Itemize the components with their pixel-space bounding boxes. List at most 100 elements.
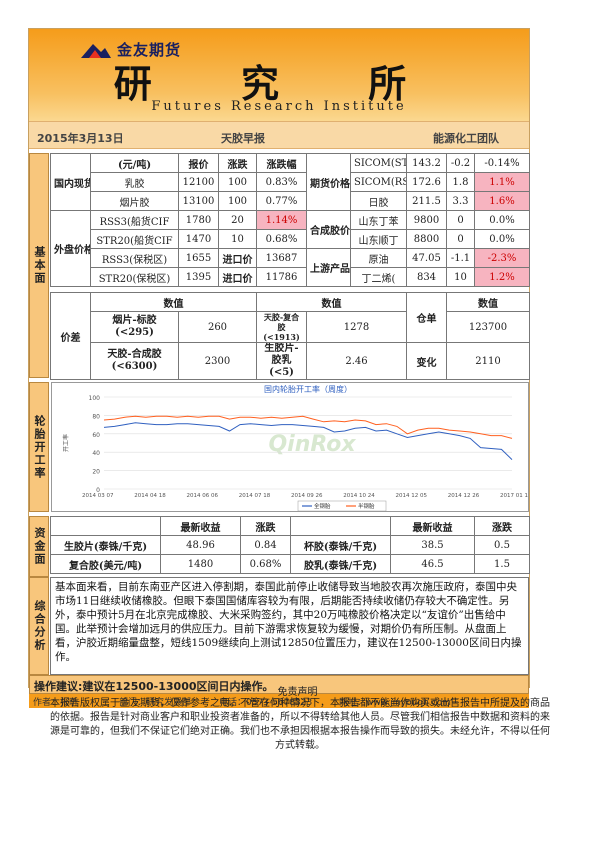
funds-name: 杯胶(泰铢/千克) <box>290 535 391 555</box>
upstream-change: 10 <box>446 267 475 287</box>
header-banner: 金友期货 研 究 所 Futures Research Institute <box>29 29 529 121</box>
x-tick-label: 2014 06 06 <box>187 493 219 499</box>
warehouse-value: 123700 <box>446 311 530 343</box>
warehouse-value-header: 数值 <box>446 292 530 312</box>
table-row: 复合胶(美元/吨) 1480 0.68% 胶乳(泰铢/千克) 46.5 1.5 <box>50 554 530 574</box>
funds-change: 0.84 <box>240 535 291 555</box>
y-tick-label: 80 <box>92 413 100 420</box>
futures-label: 期货价格 <box>306 153 351 211</box>
synthetic-name: 山东顺丁 <box>350 229 407 249</box>
spread-value: 2.46 <box>306 342 407 380</box>
section-basic: 基本面 <box>29 153 49 378</box>
spot-change: 100 <box>218 172 257 192</box>
spread-name: 天胶-合成胶(<6300) <box>90 342 179 380</box>
table-row: 外盘价格 RSS3(船货CIF 1780 20 1.14% 合成胶价格 山东丁苯… <box>50 210 530 287</box>
y-tick-label: 60 <box>92 432 100 439</box>
synthetic-price: 8800 <box>406 229 447 249</box>
spread-value: 2300 <box>178 342 257 380</box>
upstream-label: 上游产品价格 <box>306 248 351 287</box>
foreign-change: 20 <box>218 210 257 230</box>
disclaimer-text: 本报告版权属于金友期货，仅作参考之用。不管在何种情况下，本报告都不能当作购买或出… <box>50 698 550 751</box>
futures-name: 日胶 <box>350 191 407 211</box>
x-tick-label: 2014 03 07 <box>82 493 114 499</box>
funds-header: 涨跌 <box>474 516 530 536</box>
futures-pct: -0.14% <box>474 153 530 173</box>
bonded-price: 1655 <box>178 248 219 268</box>
tire-chart: 国内轮胎开工率（周度） QinRox 100 80 60 40 20 0 开工率 2014 03 … <box>51 382 532 512</box>
import-price: 13687 <box>256 248 307 268</box>
table-row: RSS3(保税区) 1655 进口价 13687 上游产品价格 原油 47.05… <box>51 248 530 287</box>
synthetic-price: 9800 <box>406 210 447 230</box>
warehouse-change: 2110 <box>446 342 530 380</box>
section-tire: 轮胎开工率 <box>29 382 49 512</box>
import-label: 进口价 <box>218 267 257 287</box>
legend-label: 半钢胎 <box>358 502 375 510</box>
table-row: 烟片-标胶(<295) 260 天胶-复合胶(<1913) 1278 12370… <box>51 311 530 343</box>
disclaimer-title: 免责声明 <box>277 687 318 698</box>
foreign-name: STR20(船货CIF <box>90 229 179 249</box>
table-row: 乳胶 12100 100 0.83% SICOM(RSS 172.6 1.8 1… <box>51 172 530 192</box>
funds-name: 复合胶(美元/吨) <box>50 554 161 574</box>
synthetic-name: 山东丁苯 <box>350 210 407 230</box>
futures-pct: 1.6% <box>474 191 530 211</box>
spot-pct: 0.77% <box>256 191 307 211</box>
futures-name: SICOM(RSS <box>350 172 407 192</box>
upstream-change: -1.1 <box>446 248 475 268</box>
futures-price: 211.5 <box>406 191 447 211</box>
funds-change: 1.5 <box>474 554 530 574</box>
upstream-price: 47.05 <box>406 248 447 268</box>
foreign-label: 外盘价格 <box>50 210 91 287</box>
upstream-name: 原油 <box>350 248 407 268</box>
analysis-text: 基本面来看，目前东南亚产区进入停割期，泰国此前停止收储导致当地胶农再次施压政府，… <box>50 577 529 675</box>
bonded-name: STR20(保税区) <box>90 267 179 287</box>
import-label: 进口价 <box>218 248 257 268</box>
section-analysis: 综合分析 <box>29 577 49 675</box>
x-tick-label: 2014 12 26 <box>448 493 480 499</box>
futures-change: -0.2 <box>446 153 475 173</box>
spread-name: 生胶片-胶乳(<5) <box>256 342 307 380</box>
bonded-name: RSS3(保税区) <box>90 248 179 268</box>
table-row: STR20(船货CIF 1470 10 0.68% 山东顺丁 8800 0 0.… <box>51 229 530 249</box>
section-funds: 资金面 <box>29 516 49 577</box>
spread-value-header: 数值 <box>256 292 407 312</box>
foreign-pct: 0.68% <box>256 229 307 249</box>
y-tick-label: 100 <box>89 395 101 402</box>
funds-value: 48.96 <box>160 535 241 555</box>
funds-change: 0.5 <box>474 535 530 555</box>
spread-table: 价差 数值 数值 仓单 数值 烟片-标胶(<295) 260 天胶-复合胶(<1… <box>50 292 530 380</box>
spread-value: 260 <box>178 311 257 343</box>
table-row: STR20(保税区) 1395 进口价 11786 丁二烯( 834 10 1.… <box>51 267 530 287</box>
foreign-name: RSS3(船货CIF <box>90 210 179 230</box>
synthetic-label: 合成胶价格 <box>306 210 351 249</box>
futures-price: 172.6 <box>406 172 447 192</box>
change-label: 变化 <box>406 342 447 380</box>
funds-value: 38.5 <box>390 535 475 555</box>
y-tick-label: 40 <box>92 450 100 457</box>
futures-pct: 1.1% <box>474 172 530 192</box>
x-tick-label: 2014 12 05 <box>396 493 428 499</box>
legend-label: 全钢胎 <box>314 502 331 510</box>
upstream-name: 丁二烯( <box>350 267 407 287</box>
table-row: 最新收益 涨跌 最新收益 涨跌 <box>50 516 530 536</box>
basic-table: 国内现货 (元/吨) 报价 涨跌 涨跌幅 期货价格 SICOM(STR 143.… <box>50 153 530 287</box>
x-tick-label: 2014 09 26 <box>291 493 323 499</box>
report-date: 2015年3月13日 <box>37 132 124 145</box>
funds-change: 0.68% <box>240 554 291 574</box>
spread-value: 1278 <box>306 311 407 343</box>
table-row: 价差 数值 数值 仓单 数值 <box>50 292 530 380</box>
spot-price: 13100 <box>178 191 219 211</box>
futures-price: 143.2 <box>406 153 447 173</box>
foreign-price: 1780 <box>178 210 219 230</box>
col-header: 涨跌 <box>218 153 257 173</box>
warehouse-label: 仓单 <box>406 292 447 343</box>
foreign-pct: 1.14% <box>256 210 307 230</box>
funds-header: 最新收益 <box>390 516 475 536</box>
synthetic-change: 0 <box>446 229 475 249</box>
funds-name: 生胶片(泰铢/千克) <box>50 535 161 555</box>
spot-change: 100 <box>218 191 257 211</box>
table-row: 烟片胶 13100 100 0.77% 日胶 211.5 3.3 1.6% <box>51 191 530 211</box>
table-row: 生胶片(泰铢/千克) 48.96 0.84 杯胶(泰铢/千克) 38.5 0.5 <box>50 535 530 555</box>
tire-chart-svg: 国内轮胎开工率（周度）QinRox100806040200开工率2014 03 … <box>62 384 532 512</box>
synthetic-pct: 0.0% <box>474 229 530 249</box>
import-price: 11786 <box>256 267 307 287</box>
